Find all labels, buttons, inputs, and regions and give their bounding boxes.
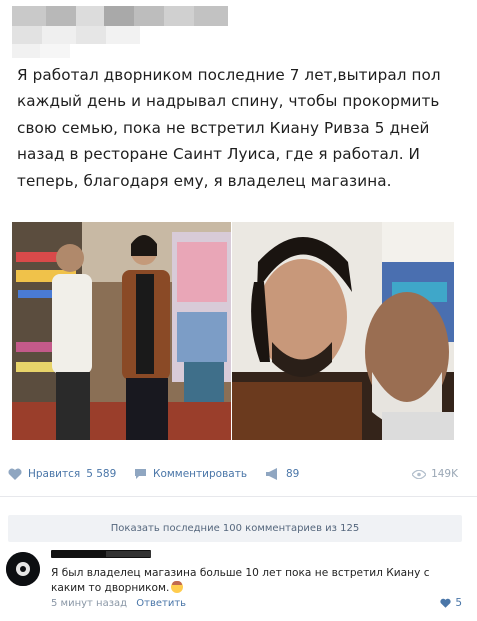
comment-meta: 5 минут назад Ответить xyxy=(51,598,186,609)
comment-time[interactable]: 5 минут назад xyxy=(51,598,127,609)
emoji-icon xyxy=(171,581,184,593)
heart-icon xyxy=(440,598,451,608)
post-author-censored xyxy=(12,6,252,58)
views-counter: 149K xyxy=(412,462,458,486)
post-actions: Нравится 5 589 Комментировать 89 149K xyxy=(8,462,466,486)
avatar[interactable] xyxy=(6,552,40,586)
divider xyxy=(0,496,477,497)
comment-author-censored-tail xyxy=(106,551,151,557)
like-count: 5 589 xyxy=(86,468,117,480)
comment-like-count: 5 xyxy=(455,597,462,609)
photo-selfie-two-men-icon xyxy=(232,222,454,440)
heart-icon xyxy=(8,468,22,480)
megaphone-icon xyxy=(266,468,277,480)
comment-like-button[interactable]: 5 xyxy=(440,597,462,609)
share-count: 89 xyxy=(286,468,300,480)
post-photo-store[interactable] xyxy=(12,222,231,440)
comment-item: Я был владелец магазина больше 10 лет по… xyxy=(6,550,468,614)
like-label: Нравится xyxy=(28,468,81,480)
reply-button[interactable]: Ответить xyxy=(136,598,186,609)
comment-button[interactable]: Комментировать xyxy=(134,462,247,486)
avatar-icon xyxy=(6,552,40,586)
comment-text: Я был владелец магазина больше 10 лет по… xyxy=(51,566,451,596)
eye-icon xyxy=(412,469,427,479)
photo-store-two-men-icon xyxy=(12,222,231,440)
post-photo-selfie[interactable] xyxy=(232,222,454,440)
post-text: Я работал дворником последние 7 лет,выти… xyxy=(17,66,441,190)
comment-text-body: Я был владелец магазина больше 10 лет по… xyxy=(51,567,430,594)
like-button[interactable]: Нравится 5 589 xyxy=(8,462,116,486)
comment-icon xyxy=(135,469,146,479)
show-more-comments-button[interactable]: Показать последние 100 комментариев из 1… xyxy=(8,515,462,542)
views-count: 149K xyxy=(431,468,458,480)
share-button[interactable]: 89 xyxy=(265,462,299,486)
comment-label: Комментировать xyxy=(153,468,248,480)
